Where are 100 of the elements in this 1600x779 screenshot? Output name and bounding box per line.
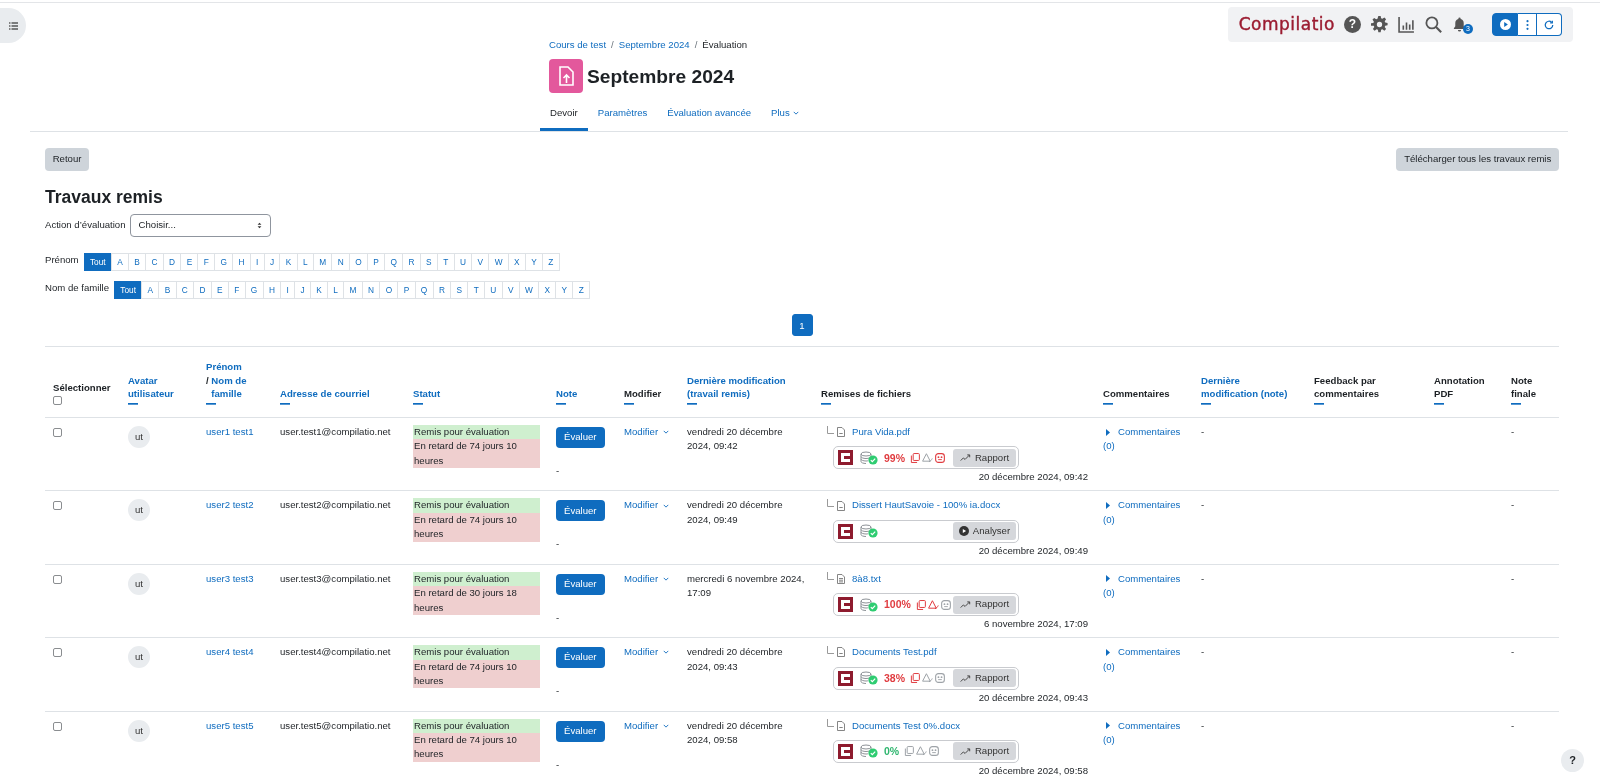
initial-letter-button[interactable]: K bbox=[279, 253, 298, 271]
initial-letter-button[interactable]: J bbox=[294, 281, 311, 299]
bar-chart-icon[interactable] bbox=[1398, 16, 1415, 33]
edit-menu-link[interactable]: Modifier bbox=[624, 498, 670, 513]
sort-link[interactable]: Note bbox=[556, 386, 608, 400]
settings-icon[interactable] bbox=[1371, 16, 1388, 33]
initial-letter-button[interactable]: O bbox=[348, 253, 368, 271]
initial-letter-button[interactable]: Q bbox=[414, 281, 434, 299]
minus-icon[interactable] bbox=[280, 403, 290, 405]
initial-letter-button[interactable]: F bbox=[227, 281, 246, 299]
initial-letter-button[interactable]: U bbox=[484, 281, 503, 299]
sort-link[interactable]: Statut bbox=[413, 386, 540, 400]
file-link[interactable]: 8à8.txt bbox=[852, 571, 881, 587]
minus-icon[interactable] bbox=[1103, 403, 1113, 405]
minus-icon[interactable] bbox=[1314, 403, 1324, 405]
sort-link[interactable]: Dernière modification (note) bbox=[1201, 373, 1298, 400]
initial-letter-button[interactable]: N bbox=[331, 253, 350, 271]
tab[interactable]: Évaluation avancée bbox=[657, 97, 762, 131]
help-button[interactable]: ? bbox=[1344, 16, 1361, 33]
minus-icon[interactable] bbox=[687, 403, 697, 405]
initial-letter-button[interactable]: G bbox=[244, 281, 264, 299]
initial-letter-button[interactable]: Tout bbox=[83, 253, 112, 271]
tab[interactable]: Plus bbox=[761, 97, 809, 131]
initial-letter-button[interactable]: T bbox=[436, 253, 455, 271]
download-all-button[interactable]: Télécharger tous les travaux remis bbox=[1396, 148, 1559, 171]
initial-letter-button[interactable]: Y bbox=[555, 281, 574, 299]
initial-letter-button[interactable]: Y bbox=[524, 253, 544, 271]
initial-letter-button[interactable]: Tout bbox=[114, 281, 143, 299]
initial-letter-button[interactable]: X bbox=[507, 253, 526, 271]
minus-icon[interactable] bbox=[1511, 403, 1521, 405]
comments-link[interactable]: Commentaires (0) bbox=[1103, 571, 1185, 601]
user-name-link[interactable]: user4 test4 bbox=[206, 646, 254, 658]
minus-icon[interactable] bbox=[556, 403, 566, 405]
minus-icon[interactable] bbox=[206, 403, 216, 405]
page-button[interactable]: 1 bbox=[791, 314, 813, 336]
minus-icon[interactable] bbox=[128, 403, 138, 405]
initial-letter-button[interactable]: V bbox=[501, 281, 520, 299]
initial-letter-button[interactable]: S bbox=[450, 281, 469, 299]
initial-letter-button[interactable]: L bbox=[327, 281, 345, 299]
sort-link[interactable]: Adresse de courriel bbox=[280, 386, 397, 400]
file-link[interactable]: Documents Test 0%.docx bbox=[852, 718, 961, 733]
tab[interactable]: Devoir bbox=[540, 97, 588, 131]
initial-letter-button[interactable]: I bbox=[249, 253, 265, 271]
initial-letter-button[interactable]: C bbox=[145, 253, 164, 271]
row-checkbox[interactable] bbox=[53, 648, 62, 658]
initial-letter-button[interactable]: B bbox=[128, 253, 147, 271]
initial-letter-button[interactable]: F bbox=[197, 253, 216, 271]
initial-letter-button[interactable]: H bbox=[232, 253, 251, 271]
row-checkbox[interactable] bbox=[53, 721, 62, 731]
grade-button[interactable]: Évaluer bbox=[556, 427, 605, 448]
sort-link[interactable]: Dernière modification (travail remis) bbox=[687, 373, 805, 400]
grade-button[interactable]: Évaluer bbox=[556, 500, 605, 522]
initial-letter-button[interactable]: A bbox=[141, 281, 160, 299]
initial-letter-button[interactable]: G bbox=[214, 253, 234, 271]
bell-icon[interactable] bbox=[1452, 15, 1467, 32]
initial-letter-button[interactable]: W bbox=[488, 253, 509, 271]
minus-icon[interactable] bbox=[1434, 403, 1444, 405]
more-button[interactable] bbox=[1518, 13, 1537, 36]
initial-letter-button[interactable]: E bbox=[180, 253, 199, 271]
initial-letter-button[interactable]: P bbox=[397, 281, 416, 299]
initial-letter-button[interactable]: A bbox=[110, 253, 129, 271]
initial-letter-button[interactable]: W bbox=[518, 281, 540, 299]
tab[interactable]: Paramètres bbox=[587, 97, 658, 131]
search-icon[interactable] bbox=[1425, 16, 1442, 33]
initial-letter-button[interactable]: D bbox=[193, 281, 212, 299]
edit-menu-link[interactable]: Modifier bbox=[624, 571, 670, 587]
file-link[interactable]: Pura Vida.pdf bbox=[852, 425, 910, 440]
initial-letter-button[interactable]: S bbox=[419, 253, 438, 271]
initial-letter-button[interactable]: U bbox=[453, 253, 473, 271]
comments-link[interactable]: Commentaires (0) bbox=[1103, 645, 1185, 674]
refresh-button[interactable] bbox=[1537, 13, 1562, 36]
grade-button[interactable]: Évaluer bbox=[556, 720, 605, 742]
edit-menu-link[interactable]: Modifier bbox=[624, 645, 670, 660]
file-link[interactable]: Dissert HautSavoie - 100% ia.docx bbox=[852, 498, 1001, 513]
initial-letter-button[interactable]: Q bbox=[384, 253, 404, 271]
initial-letter-button[interactable]: O bbox=[379, 281, 399, 299]
initial-letter-button[interactable]: C bbox=[175, 281, 195, 299]
user-name-link[interactable]: user3 test3 bbox=[206, 572, 254, 584]
minus-icon[interactable] bbox=[1201, 403, 1211, 405]
initial-letter-button[interactable]: I bbox=[280, 281, 296, 299]
initial-letter-button[interactable]: V bbox=[471, 253, 490, 271]
user-name-link[interactable]: user2 test2 bbox=[206, 499, 254, 511]
back-button[interactable]: Retour bbox=[45, 148, 90, 171]
sort-link[interactable]: Avatar utilisateur bbox=[128, 373, 190, 400]
sort-link[interactable]: Prénom bbox=[206, 360, 264, 374]
initial-letter-button[interactable]: D bbox=[162, 253, 182, 271]
report-button[interactable]: Rapport bbox=[953, 669, 1016, 688]
minus-icon[interactable] bbox=[624, 403, 634, 405]
user-name-link[interactable]: user5 test5 bbox=[206, 719, 254, 731]
edit-menu-link[interactable]: Modifier bbox=[624, 718, 670, 733]
comments-link[interactable]: Commentaires (0) bbox=[1103, 498, 1185, 528]
initial-letter-button[interactable]: T bbox=[467, 281, 485, 299]
analyze-button[interactable]: Analyser bbox=[953, 522, 1016, 541]
initial-letter-button[interactable]: B bbox=[158, 281, 177, 299]
help-button[interactable]: ? bbox=[1561, 749, 1584, 772]
edit-menu-link[interactable]: Modifier bbox=[624, 425, 670, 440]
select-all-checkbox[interactable] bbox=[53, 396, 62, 405]
sort-link[interactable]: Nom de famille bbox=[211, 373, 260, 400]
start-button[interactable] bbox=[1492, 13, 1518, 36]
initial-letter-button[interactable]: R bbox=[402, 253, 421, 271]
